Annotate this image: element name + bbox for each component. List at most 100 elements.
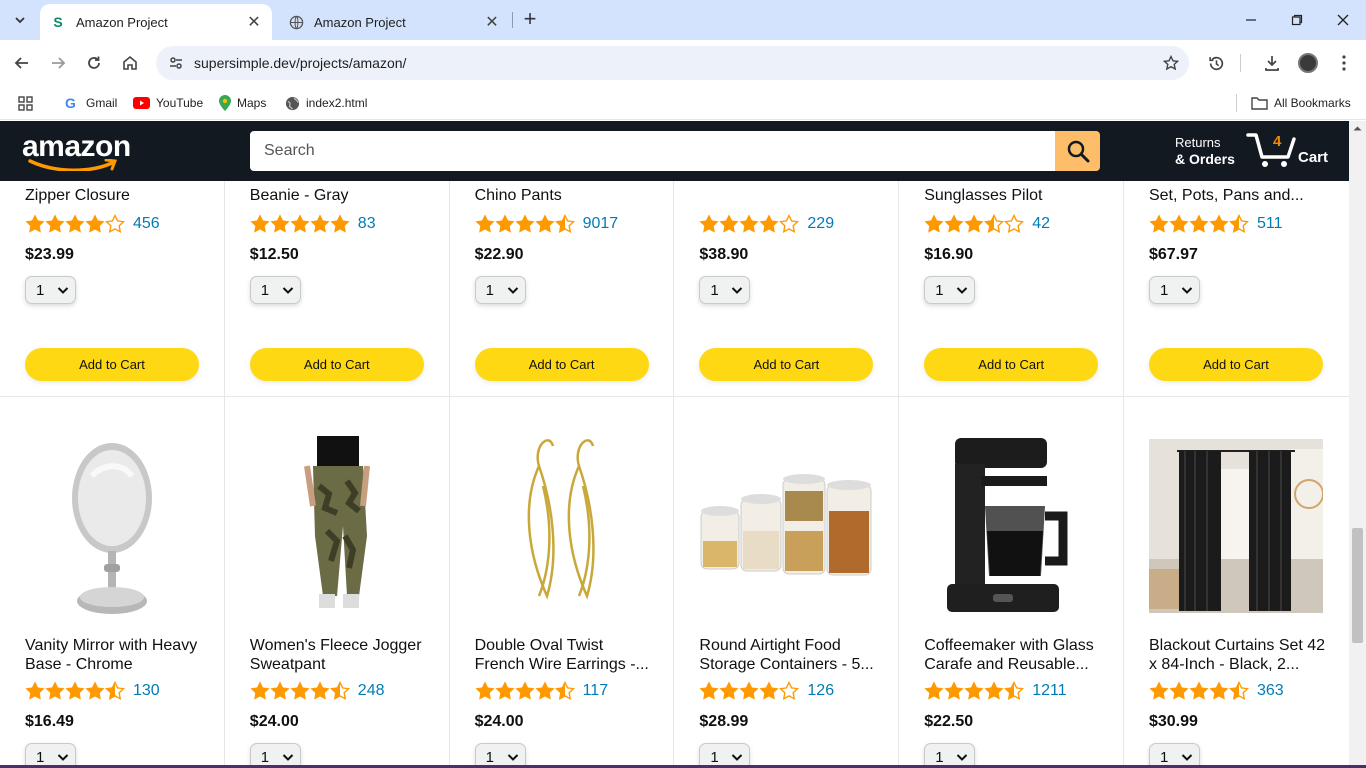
reload-button[interactable] (80, 49, 108, 77)
star-full-icon (65, 214, 85, 233)
quantity-select[interactable]: 1 (474, 276, 526, 304)
rating-count[interactable]: 1211 (1032, 682, 1066, 700)
star-half-icon (554, 681, 575, 700)
cart-icon (1246, 133, 1296, 167)
rating-count[interactable]: 126 (807, 682, 834, 700)
rating-count[interactable]: 83 (358, 215, 376, 233)
product-name: Double Oval Twist French Wire Earrings -… (474, 637, 649, 673)
rating-count[interactable]: 363 (1257, 682, 1284, 700)
url-text[interactable]: supersimple.dev/projects/amazon/ (194, 55, 1153, 71)
home-button[interactable] (116, 49, 144, 77)
product-card: Round Airtight Food Storage Containers -… (674, 396, 900, 768)
star-full-icon (45, 681, 65, 700)
rating-stars (250, 214, 350, 234)
star-full-icon (85, 214, 105, 233)
downloads-button[interactable] (1258, 49, 1286, 77)
quantity-value: 1 (710, 281, 719, 299)
returns-orders-link[interactable]: Returns & Orders (1175, 134, 1235, 168)
bookmark-star-icon[interactable] (1153, 55, 1189, 71)
rating-count[interactable]: 248 (358, 682, 385, 700)
products-row: Zipper Closure 456 $23.99 1 Add to Cart Beani… (0, 181, 1349, 397)
star-full-icon (719, 681, 739, 700)
history-button[interactable] (1202, 49, 1230, 77)
star-full-icon (944, 681, 964, 700)
add-to-cart-button[interactable]: Add to Cart (924, 348, 1099, 381)
bookmark-maps[interactable]: Maps (219, 93, 266, 113)
search-input[interactable] (250, 131, 1055, 171)
rating-count[interactable]: 42 (1032, 215, 1050, 233)
rating-stars (474, 214, 575, 234)
quantity-select[interactable]: 1 (699, 276, 751, 304)
quantity-select[interactable]: 1 (249, 276, 301, 304)
more-vertical-icon (1342, 55, 1346, 71)
close-tab-icon[interactable]: ✕ (246, 12, 262, 32)
star-full-icon (759, 214, 779, 233)
bookmark-youtube[interactable]: YouTube (133, 93, 203, 113)
all-bookmarks-button[interactable]: All Bookmarks (1251, 93, 1351, 113)
quantity-select[interactable]: 1 (1148, 276, 1200, 304)
star-half-icon (984, 214, 1005, 233)
quantity-value: 1 (36, 748, 45, 766)
star-full-icon (1149, 214, 1169, 233)
tab-amazon-project[interactable]: Amazon Project ✕ (278, 4, 510, 40)
rating-count[interactable]: 9017 (583, 215, 619, 233)
add-to-cart-button[interactable]: Add to Cart (699, 348, 874, 381)
star-full-icon (699, 214, 719, 233)
jogger-sweatpant-image (250, 436, 424, 616)
rating-count[interactable]: 229 (807, 215, 834, 233)
product-price: $16.49 (25, 713, 74, 730)
product-rating: 130 (25, 681, 160, 701)
chevron-down-icon (732, 754, 743, 761)
product-name: Sunglasses Pilot (924, 187, 1043, 204)
scrollbar-thumb[interactable] (1352, 528, 1363, 643)
bookmark-gmail[interactable]: G Gmail (64, 93, 117, 113)
back-button[interactable] (8, 49, 36, 77)
search-button[interactable] (1055, 131, 1100, 171)
star-full-icon (250, 214, 270, 233)
product-card: Beanie - Gray 83 $12.50 1 Add to Cart (224, 181, 450, 397)
add-to-cart-button[interactable]: Add to Cart (25, 348, 199, 381)
rating-count[interactable]: 130 (133, 682, 160, 700)
star-full-icon (270, 681, 290, 700)
forward-button[interactable] (44, 49, 72, 77)
food-containers-image (699, 436, 873, 616)
new-tab-button[interactable]: + (518, 8, 542, 32)
add-to-cart-button[interactable]: Add to Cart (474, 348, 649, 381)
scroll-up-arrow-icon[interactable] (1353, 125, 1362, 131)
rating-stars (924, 681, 1025, 701)
rating-count[interactable]: 456 (133, 215, 160, 233)
restore-icon (1291, 14, 1303, 26)
bookmark-label: Maps (237, 96, 267, 110)
quantity-select[interactable]: 1 (25, 276, 76, 304)
browser-menu-button[interactable] (1330, 49, 1358, 77)
rating-count[interactable]: 511 (1257, 215, 1283, 233)
star-half-icon (1004, 681, 1025, 700)
amazon-logo[interactable]: amazon (22, 132, 131, 171)
chevron-down-icon (1181, 287, 1193, 294)
cart-link[interactable]: 4 Cart (1246, 129, 1336, 173)
tab-search-button[interactable] (6, 6, 34, 34)
profile-avatar[interactable] (1294, 49, 1322, 77)
earrings-image (475, 436, 649, 616)
restore-button[interactable] (1274, 0, 1320, 40)
apps-button[interactable] (18, 93, 33, 113)
star-full-icon (699, 681, 719, 700)
quantity-select[interactable]: 1 (924, 276, 976, 304)
close-window-button[interactable] (1320, 0, 1366, 40)
cart-label: Cart (1298, 149, 1329, 166)
address-bar[interactable]: supersimple.dev/projects/amazon/ (156, 46, 1189, 80)
download-icon (1265, 56, 1279, 71)
page-scrollbar[interactable] (1349, 121, 1366, 768)
star-full-icon (310, 214, 330, 233)
tab-amazon-project-active[interactable]: S Amazon Project ✕ (40, 4, 272, 40)
close-tab-icon[interactable]: ✕ (484, 12, 500, 32)
bookmark-index2[interactable]: index2.html (285, 93, 367, 113)
add-to-cart-button[interactable]: Add to Cart (249, 348, 424, 381)
chevron-down-icon (507, 287, 518, 294)
vanity-mirror-image (25, 436, 199, 616)
site-info-icon[interactable] (158, 55, 194, 71)
rating-count[interactable]: 117 (583, 682, 609, 700)
add-to-cart-button[interactable]: Add to Cart (1148, 348, 1323, 381)
star-half-icon (105, 681, 125, 700)
minimize-button[interactable] (1228, 0, 1274, 40)
